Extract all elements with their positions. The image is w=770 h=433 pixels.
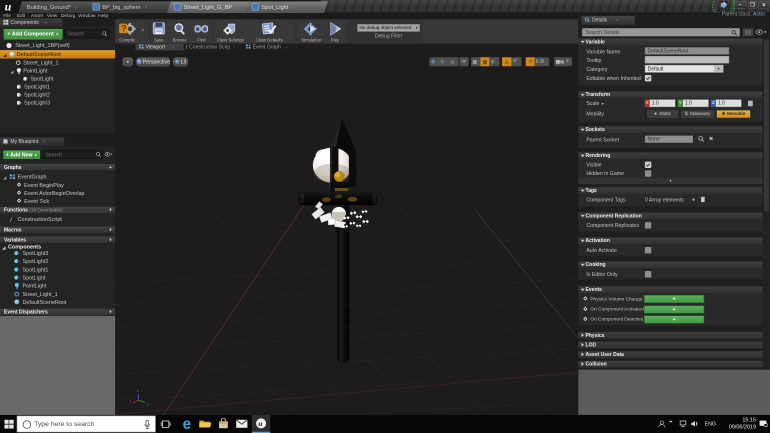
svg-text:x: x bbox=[130, 400, 132, 404]
svg-text:z: z bbox=[137, 389, 139, 393]
svg-text:u: u bbox=[258, 419, 262, 428]
svg-text:?: ? bbox=[121, 24, 126, 34]
svg-text:y: y bbox=[147, 403, 149, 407]
